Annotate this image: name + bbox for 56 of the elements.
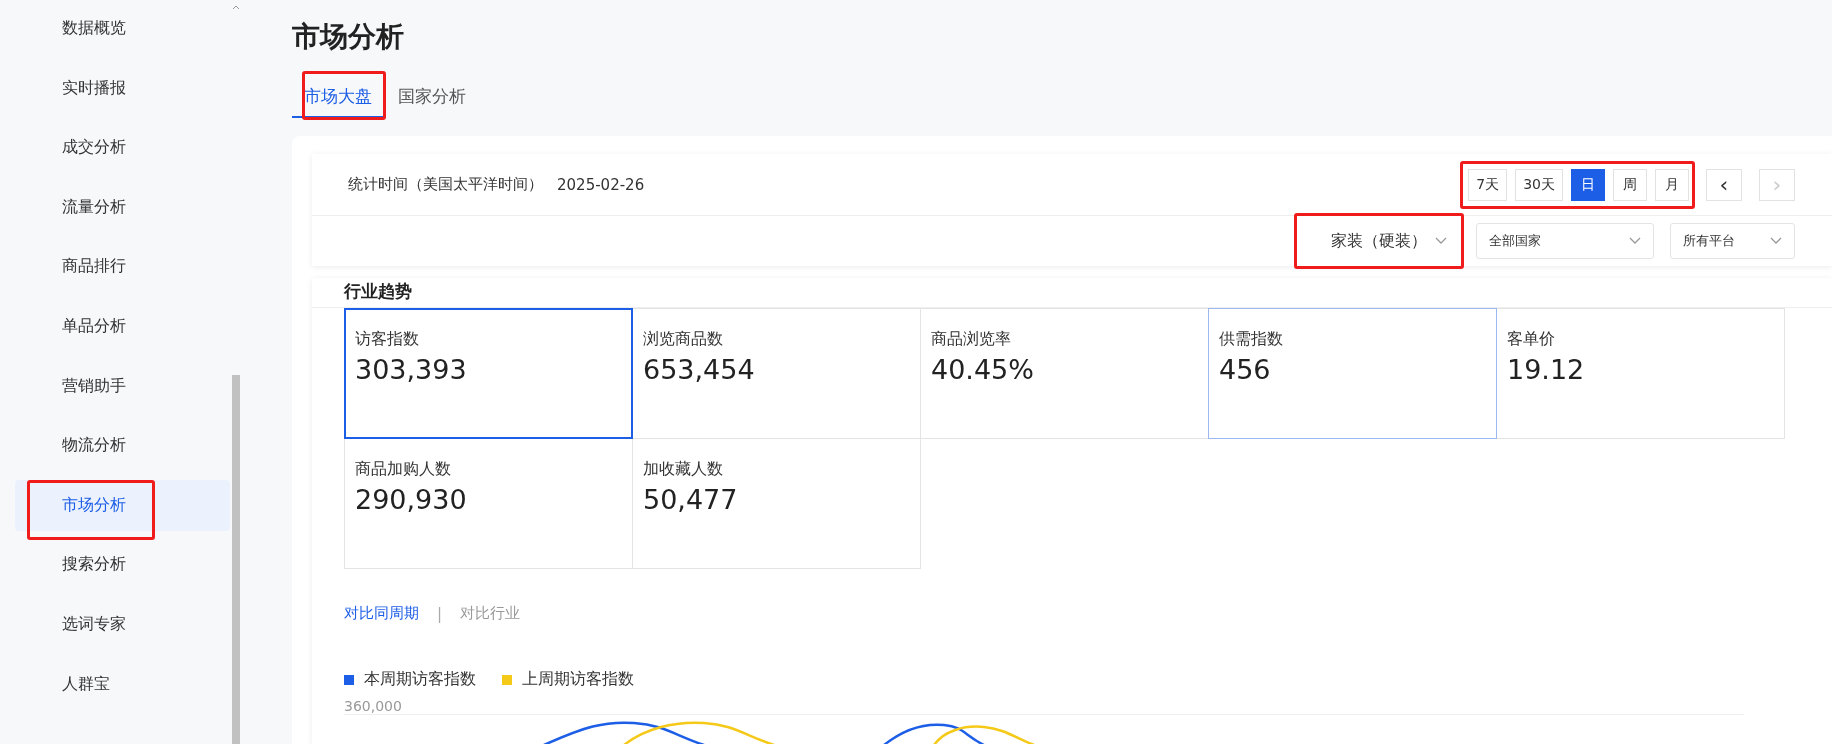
- metric-card[interactable]: 供需指数 456: [1208, 308, 1497, 439]
- period-button[interactable]: 周: [1613, 168, 1647, 201]
- sidebar-item[interactable]: 搜索分析: [15, 539, 230, 591]
- sidebar-item[interactable]: 成交分析: [15, 122, 230, 174]
- chevron-down-icon: [1435, 237, 1447, 245]
- axis-tick-label: 360,000: [344, 698, 403, 714]
- metric-label: 加收藏人数: [643, 459, 724, 480]
- date-value: 2025-02-26: [557, 175, 645, 194]
- scrollbar-thumb[interactable]: [232, 375, 240, 744]
- sidebar-item[interactable]: 人群宝: [15, 658, 230, 710]
- scroll-up-icon[interactable]: [232, 4, 240, 10]
- metric-card[interactable]: 加收藏人数 50,477: [632, 438, 921, 569]
- sidebar-item[interactable]: 商品排行: [15, 241, 230, 293]
- metric-card[interactable]: 访客指数 303,393: [344, 308, 633, 439]
- metric-value: 50,477: [643, 484, 739, 515]
- sidebar-item[interactable]: 单品分析: [15, 300, 230, 352]
- metric-label: 访客指数: [355, 329, 420, 350]
- separator: |: [437, 604, 443, 623]
- metric-card[interactable]: 商品加购人数 290,930: [344, 438, 633, 569]
- sidebar-item[interactable]: 数据概览: [15, 3, 230, 54]
- sidebar-item[interactable]: 营销助手: [15, 360, 230, 412]
- metric-value: 40.45%: [931, 354, 1035, 385]
- legend-label: 上周期访客指数: [522, 669, 634, 690]
- metric-value: 653,454: [643, 354, 756, 385]
- tab[interactable]: 市场大盘: [292, 81, 384, 118]
- metric-card[interactable]: 客单价 19.12: [1496, 308, 1785, 439]
- metric-label: 客单价: [1507, 329, 1556, 350]
- chevron-down-icon: [1629, 237, 1641, 245]
- metric-value: 456: [1219, 354, 1272, 385]
- legend-label: 本周期访客指数: [364, 669, 476, 690]
- period-button[interactable]: 月: [1655, 168, 1689, 201]
- sidebar-item[interactable]: 实时播报: [15, 62, 230, 114]
- period-button[interactable]: 日: [1571, 168, 1605, 201]
- tab[interactable]: 国家分析: [398, 81, 466, 118]
- metric-value: 303,393: [355, 354, 468, 385]
- sidebar-item[interactable]: 流量分析: [15, 181, 230, 233]
- metric-label: 浏览商品数: [643, 329, 724, 350]
- dropdown[interactable]: 所有平台: [1670, 223, 1795, 259]
- metric-label: 供需指数: [1219, 329, 1284, 350]
- metric-label: 商品浏览率: [931, 329, 1012, 350]
- metric-card[interactable]: 商品浏览率 40.45%: [920, 308, 1209, 439]
- previous-button[interactable]: ‹: [1706, 168, 1742, 201]
- compare-link[interactable]: 对比同周期: [344, 604, 419, 623]
- period-button[interactable]: 7天: [1468, 168, 1508, 201]
- dropdown[interactable]: 全部国家: [1476, 223, 1654, 259]
- sidebar-item[interactable]: 物流分析: [15, 420, 230, 472]
- section-title: 行业趋势: [312, 278, 1832, 308]
- period-button[interactable]: 30天: [1515, 168, 1563, 201]
- metric-value: 290,930: [355, 484, 468, 515]
- metric-value: 19.12: [1507, 354, 1586, 385]
- chevron-down-icon: [1770, 237, 1782, 245]
- sidebar-item[interactable]: 选词专家: [15, 598, 230, 650]
- metric-label: 商品加购人数: [355, 459, 452, 480]
- page-title: 市场分析: [292, 19, 405, 55]
- sidebar-item[interactable]: 市场分析: [15, 479, 230, 531]
- date-label: 统计时间（美国太平洋时间）: [348, 175, 543, 194]
